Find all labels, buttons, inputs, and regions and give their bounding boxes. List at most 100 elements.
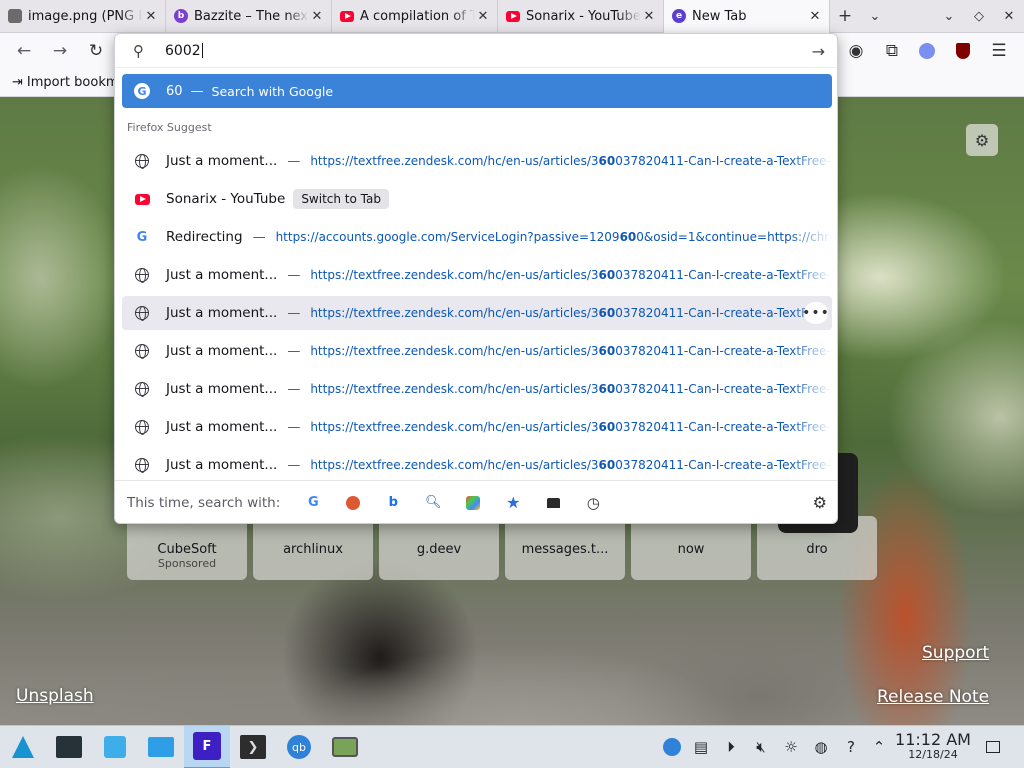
- suggestion-row[interactable]: Just a moment... — https://textfree.zendes…: [122, 296, 832, 330]
- expand-tray-chevron-icon[interactable]: ⌃: [864, 725, 894, 768]
- separator: —: [287, 267, 301, 283]
- suggestion-row[interactable]: G Redirecting — https://accounts.google.com…: [122, 220, 832, 254]
- bazzite-icon: b: [174, 9, 188, 23]
- unsplash-credit-link[interactable]: Unsplash: [16, 686, 94, 706]
- suggestion-title: Just a moment...: [166, 343, 278, 359]
- shortcut-tile[interactable]: now: [631, 516, 751, 580]
- forward-arrow-icon[interactable]: →: [46, 37, 74, 65]
- url-part: https://textfree.zendesk.com/hc/en-us/ar…: [310, 306, 599, 320]
- close-icon[interactable]: ✕: [309, 8, 325, 24]
- restore-window-icon[interactable]: ◇: [964, 0, 994, 33]
- more-options-icon[interactable]: •••: [802, 302, 829, 324]
- suggestion-row[interactable]: Just a moment... — https://textfree.zendes…: [122, 258, 832, 292]
- import-bookmarks-link[interactable]: Import bookm: [27, 75, 119, 90]
- url-part: https://textfree.zendesk.com/hc/en-us/ar…: [310, 420, 599, 434]
- close-window-icon[interactable]: ✕: [994, 0, 1024, 33]
- personalize-gear-icon[interactable]: ⚙: [966, 124, 998, 156]
- tab-new-tab[interactable]: e New Tab ✕: [664, 0, 830, 33]
- close-icon[interactable]: ✕: [641, 8, 657, 24]
- suggestion-row[interactable]: Sonarix - YouTube Switch to Tab: [122, 182, 832, 216]
- show-desktop-icon[interactable]: [978, 725, 1008, 768]
- qbittorrent-tray-icon[interactable]: [657, 725, 687, 768]
- address-bar[interactable]: ⚲ 6002 →: [115, 34, 837, 68]
- history-clock-icon[interactable]: ◷: [578, 488, 608, 518]
- profile-avatar-icon[interactable]: [913, 37, 941, 65]
- shortcut-tile[interactable]: messages.t...: [505, 516, 625, 580]
- url-part: https://textfree.zendesk.com/hc/en-us/ar…: [310, 382, 599, 396]
- network-icon[interactable]: ◍: [806, 725, 836, 768]
- shortcut-tile[interactable]: dro: [757, 453, 877, 580]
- tab-strip: image.png (PNG Image ✕ b Bazzite – The n…: [0, 0, 1024, 33]
- shortcut-label: archlinux: [283, 542, 343, 557]
- tab-sonarix[interactable]: Sonarix - YouTube ✕: [498, 0, 664, 33]
- chevron-down-icon[interactable]: ⌄: [934, 0, 964, 33]
- tab-bazzite[interactable]: b Bazzite – The next ✕: [166, 0, 332, 33]
- url-part: 60: [598, 306, 616, 320]
- clock[interactable]: 11:12 AM 12/18/24: [893, 731, 973, 761]
- separator: —: [287, 419, 301, 435]
- list-all-tabs-chevron-icon[interactable]: ⌄: [860, 0, 890, 33]
- tab-title: Sonarix - YouTube: [526, 8, 641, 24]
- media-play-icon[interactable]: ⏵: [716, 725, 746, 768]
- url-part: 60: [598, 344, 616, 358]
- suggestion-row[interactable]: Just a moment... — https://textfree.zendes…: [122, 410, 832, 444]
- suggestion-url: https://textfree.zendesk.com/hc/en-us/ar…: [310, 268, 832, 282]
- system-settings-icon[interactable]: [46, 726, 92, 768]
- url-part: 0&osid=1&continue=https://chromeweb: [636, 230, 832, 244]
- suggestion-row[interactable]: Just a moment... — https://textfree.zendes…: [122, 448, 832, 482]
- firefox-taskbar-icon[interactable]: F: [184, 725, 230, 768]
- support-link[interactable]: Support: [922, 643, 989, 663]
- google-engine-icon[interactable]: G: [298, 488, 328, 518]
- help-icon[interactable]: ?: [836, 725, 866, 768]
- bookmarks-star-icon[interactable]: ★: [498, 488, 528, 518]
- shortcut-tile[interactable]: CubeSoft Sponsored: [127, 516, 247, 580]
- search-engine-icon[interactable]: 🔍︎: [418, 488, 448, 518]
- url-part: https://textfree.zendesk.com/hc/en-us/ar…: [310, 268, 599, 282]
- suggestion-row[interactable]: Just a moment... — https://textfree.zendes…: [122, 144, 832, 178]
- search-settings-gear-icon[interactable]: ⚙: [813, 493, 827, 512]
- suggestion-row[interactable]: Just a moment... — https://textfree.zendes…: [122, 334, 832, 368]
- suggestion-row[interactable]: Just a moment... — https://textfree.zendes…: [122, 372, 832, 406]
- shortcut-tile[interactable]: g.deev: [379, 516, 499, 580]
- account-icon[interactable]: ◉: [842, 37, 870, 65]
- new-tab-plus-icon[interactable]: +: [830, 0, 860, 33]
- back-arrow-icon[interactable]: ←: [10, 37, 38, 65]
- suggestion-url: https://textfree.zendesk.com/hc/en-us/ar…: [310, 154, 832, 168]
- close-icon[interactable]: ✕: [807, 8, 823, 24]
- switch-to-tab-button[interactable]: Switch to Tab: [293, 189, 389, 209]
- tab-compilation[interactable]: A compilation of Th ✕: [332, 0, 498, 33]
- youtube-icon: [340, 9, 354, 23]
- image-file-icon: [8, 9, 22, 23]
- tabs-icon[interactable]: [538, 488, 568, 518]
- url-part: https://accounts.google.com/ServiceLogin…: [275, 230, 620, 244]
- release-note-link[interactable]: Release Note: [877, 687, 989, 707]
- extensions-puzzle-icon[interactable]: ⧉: [878, 37, 906, 65]
- search-with-google-suggestion[interactable]: G 60 — Search with Google: [122, 74, 832, 108]
- volume-muted-icon[interactable]: 🔇︎: [746, 725, 776, 768]
- url-part: 037820411-Can-I-create-a-TextFree-Web-ac: [615, 420, 832, 434]
- reload-icon[interactable]: ↻: [82, 37, 110, 65]
- shortcut-label: messages.t...: [521, 542, 609, 557]
- app-launcher-arch-icon[interactable]: [0, 726, 46, 768]
- qbittorrent-icon[interactable]: qb: [276, 726, 322, 768]
- bing-icon[interactable]: b: [378, 488, 408, 518]
- tab-image-png[interactable]: image.png (PNG Image ✕: [0, 0, 166, 33]
- brightness-icon[interactable]: ☼: [776, 725, 806, 768]
- firefox-icon: e: [672, 9, 686, 23]
- terminal-icon[interactable]: ❯: [230, 726, 276, 768]
- close-icon[interactable]: ✕: [475, 8, 491, 24]
- shortcut-tile[interactable]: archlinux: [253, 516, 373, 580]
- address-input[interactable]: 6002: [165, 43, 203, 59]
- go-arrow-icon[interactable]: →: [812, 42, 825, 61]
- disk-usage-icon[interactable]: [322, 726, 368, 768]
- separator: —: [287, 153, 301, 169]
- discover-store-icon[interactable]: [92, 726, 138, 768]
- suggestion-title: Redirecting: [166, 229, 243, 245]
- multicolor-engine-icon[interactable]: [458, 488, 488, 518]
- hamburger-menu-icon[interactable]: ☰: [985, 37, 1013, 65]
- ublock-shield-icon[interactable]: [949, 37, 977, 65]
- duckduckgo-icon[interactable]: [338, 488, 368, 518]
- close-icon[interactable]: ✕: [143, 8, 159, 24]
- clipboard-icon[interactable]: ▤: [686, 725, 716, 768]
- file-manager-icon[interactable]: [138, 726, 184, 768]
